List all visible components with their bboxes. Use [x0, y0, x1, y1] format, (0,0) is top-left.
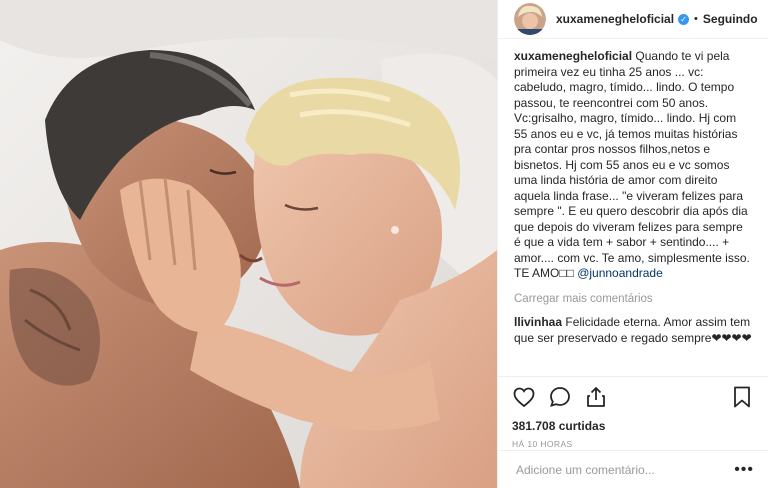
add-comment-bar: ••• [498, 450, 768, 488]
likes-count[interactable]: 381.708 curtidas [512, 419, 754, 433]
separator-dot: • [694, 13, 698, 25]
more-options-icon[interactable]: ••• [734, 461, 754, 479]
heart-icon[interactable] [512, 385, 536, 409]
bookmark-icon[interactable] [730, 385, 754, 409]
share-icon[interactable] [584, 385, 608, 409]
post-actions: 381.708 curtidas HÁ 10 HORAS [498, 376, 768, 449]
caption-text: Quando te vi pela primeira vez eu tinha … [514, 49, 750, 280]
action-icons [512, 385, 754, 409]
instagram-post: xuxamenegheloficial ✓ • Seguindo xuxamen… [0, 0, 768, 488]
caption-mention[interactable]: @junnoandrade [577, 266, 663, 280]
caption: xuxamenegheloficial Quando te vi pela pr… [514, 49, 752, 282]
post-sidebar: xuxamenegheloficial ✓ • Seguindo xuxamen… [497, 0, 768, 488]
post-photo[interactable] [0, 0, 497, 488]
couple-photo [0, 0, 497, 488]
header-username[interactable]: xuxamenegheloficial [556, 12, 674, 26]
add-comment-input[interactable] [514, 461, 735, 478]
comment-icon[interactable] [548, 385, 572, 409]
load-more-comments[interactable]: Carregar mais comentários [514, 292, 752, 308]
post-timestamp: HÁ 10 HORAS [512, 439, 573, 449]
comments-area: xuxamenegheloficial Quando te vi pela pr… [498, 39, 768, 346]
post-header: xuxamenegheloficial ✓ • Seguindo [498, 0, 768, 39]
following-button[interactable]: Seguindo [703, 12, 758, 26]
verified-badge-icon: ✓ [678, 13, 690, 25]
comment-username[interactable]: llivinhaa [514, 315, 562, 329]
comment-item: llivinhaa Felicidade eterna. Amor assim … [514, 315, 752, 346]
caption-username[interactable]: xuxamenegheloficial [514, 49, 632, 63]
avatar[interactable] [514, 3, 546, 35]
